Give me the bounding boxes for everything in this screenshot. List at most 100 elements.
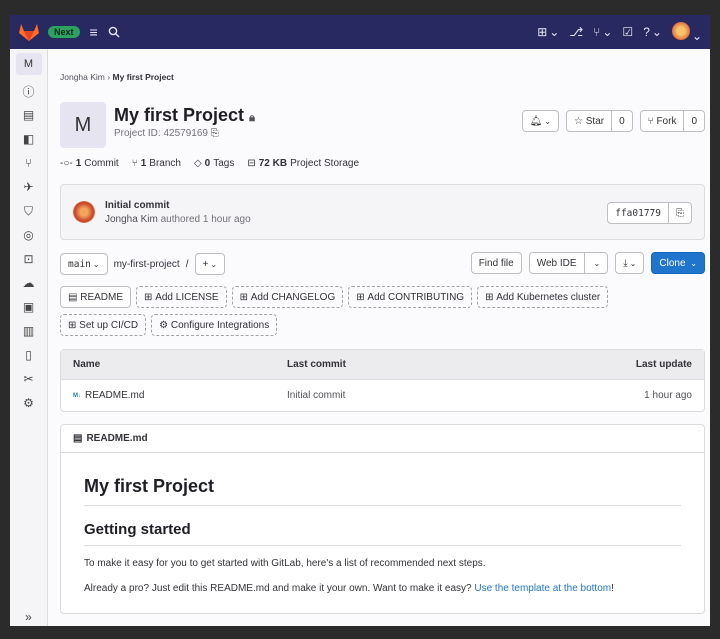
sidebar-project-avatar[interactable]: M xyxy=(15,53,42,75)
add-license-button[interactable]: ⊞ Add LICENSE xyxy=(136,286,227,308)
setup-cicd-label: Set up CI/CD xyxy=(79,319,139,331)
merge-requests-icon[interactable]: ⑂ xyxy=(25,151,32,175)
add-license-label: Add LICENSE xyxy=(155,291,219,303)
wiki-icon[interactable]: ▯ xyxy=(25,343,32,367)
clone-label: Clone xyxy=(659,257,686,269)
infrastructure-icon[interactable]: ☁ xyxy=(23,271,35,295)
commit-author-avatar[interactable] xyxy=(73,201,95,223)
security-icon[interactable]: ⛉ xyxy=(24,199,33,223)
notification-button[interactable]: 🔔︎ ⌄ xyxy=(521,110,559,132)
chevron-down-icon: ⌄ xyxy=(544,116,551,126)
packages-icon[interactable]: ⊡ xyxy=(23,247,33,271)
gitlab-logo-icon[interactable] xyxy=(18,22,40,42)
monitor-icon[interactable]: ▣ xyxy=(23,295,34,319)
add-contributing-button[interactable]: ⊞ Add CONTRIBUTING xyxy=(348,286,473,308)
chevron-down-icon: ⌄ xyxy=(651,25,662,39)
project-actions: 🔔︎ ⌄ ☆ Star 0 ⑂ Fork 0 xyxy=(521,110,705,132)
readme-paragraph-2: Already a pro? Just edit this README.md … xyxy=(84,583,681,594)
copy-icon[interactable]: ⎘ xyxy=(211,128,219,139)
user-menu[interactable]: ⌄ xyxy=(671,21,702,43)
last-commit-box: Initial commit Jongha Kim authored 1 hou… xyxy=(60,184,705,240)
add-file-button[interactable]: + ⌄ xyxy=(194,253,226,275)
project-id-text: Project ID: 42579169 xyxy=(114,128,208,139)
configure-integrations-label: Configure Integrations xyxy=(170,319,270,331)
project-header: M My first Project 🔒︎ Project ID: 425791… xyxy=(60,102,705,150)
create-new-dropdown[interactable]: ⊞ ⌄ xyxy=(537,25,559,39)
quick-actions: ▤ README ⊞ Add LICENSE ⊞ Add CHANGELOG ⊞… xyxy=(60,286,660,336)
file-table: Name Last commit Last update M↓ README.md… xyxy=(60,349,705,412)
repository-icon[interactable]: ▤ xyxy=(23,103,34,127)
chevron-down-icon: ⌄ xyxy=(210,259,218,269)
breadcrumb-project[interactable]: My first Project xyxy=(112,72,173,82)
analytics-icon[interactable]: ▥ xyxy=(23,319,34,343)
top-navbar: Next ≡ ⊞ ⌄ ⎇ ⑂ ⌄ ☑ ? ⌄ ⌄ xyxy=(10,15,710,49)
star-count[interactable]: 0 xyxy=(612,110,633,132)
branches-stat[interactable]: ⑂ 1 Branch xyxy=(132,158,181,169)
todo-icon[interactable]: ☑ xyxy=(622,25,633,39)
file-icon: ▤ xyxy=(68,291,78,303)
help-dropdown[interactable]: ? ⌄ xyxy=(643,25,662,39)
readme-paragraph-1: To make it easy for you to get started w… xyxy=(84,558,486,569)
tags-stat[interactable]: ◇ 0 Tags xyxy=(194,158,234,169)
settings-icon[interactable]: ⚙ xyxy=(23,391,34,415)
project-sidebar: M ⓘ ▤ ◧ ⑂ ✈ ⛉ ◎ ⊡ ☁ ▣ ▥ ▯ ✂ ⚙ » xyxy=(10,49,48,626)
readme-button[interactable]: ▤ README xyxy=(60,286,132,308)
chevron-down-icon: ⌄ xyxy=(691,28,702,43)
commit-author[interactable]: Jongha Kim xyxy=(105,214,158,225)
copy-sha-icon[interactable]: ⎘ xyxy=(669,202,692,224)
commit-sha[interactable]: ffa01779 xyxy=(607,202,669,224)
table-row[interactable]: M↓ README.md Initial commit 1 hour ago xyxy=(61,380,704,411)
storage-stat[interactable]: ⊟ 72 KB Project Storage xyxy=(247,158,359,169)
branches-label: Branch xyxy=(149,158,181,169)
next-badge[interactable]: Next xyxy=(48,26,80,38)
star-button[interactable]: ☆ Star xyxy=(566,110,613,132)
branch-name: main xyxy=(68,258,91,270)
breadcrumb-owner[interactable]: Jongha Kim xyxy=(60,72,105,82)
web-ide-dropdown[interactable]: ⌄ xyxy=(584,252,609,274)
issues-icon[interactable]: ◧ xyxy=(23,127,34,151)
add-changelog-button[interactable]: ⊞ Add CHANGELOG xyxy=(231,286,344,308)
chevron-down-icon: ⌄ xyxy=(602,25,613,39)
find-file-button[interactable]: Find file xyxy=(470,252,522,274)
file-last-commit[interactable]: Initial commit xyxy=(287,390,572,401)
configure-integrations-button[interactable]: ⚙ Configure Integrations xyxy=(151,314,278,336)
readme-paragraph-2-end: ! xyxy=(611,583,614,594)
header-name: Name xyxy=(73,359,101,370)
add-kubernetes-button[interactable]: ⊞ Add Kubernetes cluster xyxy=(477,286,609,308)
commits-stat[interactable]: -○- 1 Commit xyxy=(60,158,119,169)
web-ide-button[interactable]: Web IDE xyxy=(528,252,585,274)
snippets-icon[interactable]: ✂ xyxy=(23,367,33,391)
plus-square-icon: ⊞ xyxy=(485,291,494,303)
add-changelog-label: Add CHANGELOG xyxy=(250,291,336,303)
merge-request-icon[interactable]: ⎇ xyxy=(569,25,583,39)
commit-icon: -○- xyxy=(60,158,73,169)
clone-button[interactable]: Clone ⌄ xyxy=(651,252,705,274)
collapse-sidebar-icon[interactable]: » xyxy=(25,610,32,624)
chevron-down-icon: ⌄ xyxy=(593,258,601,268)
readme-filename[interactable]: README.md xyxy=(86,433,147,444)
plus-square-icon: ⊞ xyxy=(356,291,365,303)
hamburger-icon[interactable]: ≡ xyxy=(90,24,98,40)
commit-title[interactable]: Initial commit xyxy=(105,200,251,211)
setup-cicd-button[interactable]: ⊞ Set up CI/CD xyxy=(60,314,147,336)
readme-paragraph-2-text: Already a pro? Just edit this README.md … xyxy=(84,583,475,594)
fork-button[interactable]: ⑂ Fork xyxy=(639,110,685,132)
file-last-update: 1 hour ago xyxy=(644,390,692,401)
chevron-down-icon: ⌄ xyxy=(549,25,560,39)
plus-square-icon: ⊞ xyxy=(68,319,77,331)
cicd-icon[interactable]: ✈ xyxy=(23,175,33,199)
fork-count[interactable]: 0 xyxy=(684,110,705,132)
path-project[interactable]: my-first-project xyxy=(114,259,180,270)
project-info-icon[interactable]: ⓘ xyxy=(22,79,34,103)
star-label: Star xyxy=(585,115,605,127)
header-last-commit: Last commit xyxy=(287,359,346,370)
template-link[interactable]: Use the template at the bottom xyxy=(474,583,611,594)
file-name[interactable]: README.md xyxy=(85,390,144,401)
merge-requests-dropdown[interactable]: ⑂ ⌄ xyxy=(593,25,612,39)
download-button[interactable]: ⤓ ⌄ xyxy=(615,252,645,274)
readme-panel: ▤ README.md My first Project Getting sta… xyxy=(60,424,705,614)
search-icon[interactable] xyxy=(108,26,120,38)
lock-icon: 🔒︎ xyxy=(249,112,255,124)
deployments-icon[interactable]: ◎ xyxy=(23,223,33,247)
branch-selector[interactable]: main ⌄ xyxy=(60,253,108,275)
